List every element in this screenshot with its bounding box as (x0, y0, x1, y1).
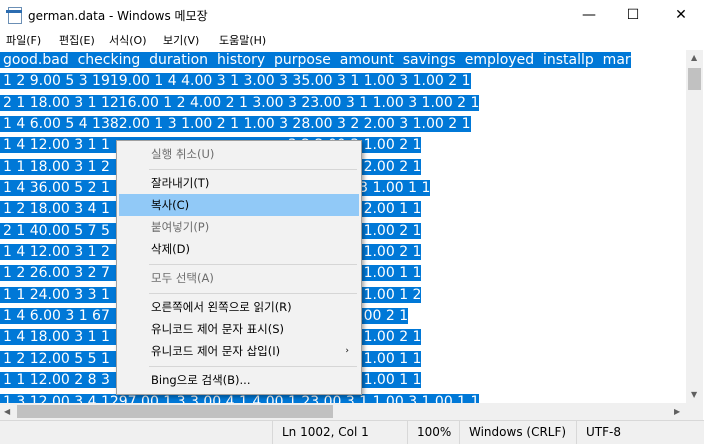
menu-insert-unicode[interactable]: 유니코드 제어 문자 삽입(I) › (119, 340, 359, 362)
horizontal-scrollbar[interactable]: ◀ ▶ (0, 403, 686, 420)
cursor-position: Ln 1002, Col 1 (272, 421, 407, 444)
menu-undo[interactable]: 실행 취소(U) (119, 143, 359, 165)
encoding: UTF-8 (576, 421, 686, 444)
text-line: good.bad checking duration history purpo… (0, 50, 686, 71)
selected-text: good.bad checking duration history purpo… (0, 52, 631, 68)
scroll-right-icon[interactable]: ▶ (674, 407, 680, 416)
scroll-up-icon[interactable]: ▲ (691, 53, 697, 62)
menu-format[interactable]: 서식(O) (109, 32, 146, 48)
zoom-level: 100% (407, 421, 459, 444)
notepad-icon (6, 7, 22, 24)
title-bar: german.data - Windows 메모장 — ☐ ✕ (0, 0, 704, 30)
vertical-scrollbar[interactable]: ▲ ▼ (686, 50, 703, 403)
menu-bing-search[interactable]: Bing으로 검색(B)... (119, 369, 359, 391)
maximize-button[interactable]: ☐ (610, 0, 656, 30)
scroll-left-icon[interactable]: ◀ (4, 407, 10, 416)
menu-separator (149, 264, 357, 265)
context-menu: 실행 취소(U) 잘라내기(T) 복사(C) 붙여넣기(P) 삭제(D) 모두 … (116, 140, 362, 395)
menu-paste[interactable]: 붙여넣기(P) (119, 216, 359, 238)
status-bar: Ln 1002, Col 1 100% Windows (CRLF) UTF-8 (0, 420, 704, 444)
menu-cut[interactable]: 잘라내기(T) (119, 172, 359, 194)
scroll-down-icon[interactable]: ▼ (691, 390, 697, 399)
menu-copy[interactable]: 복사(C) (119, 194, 359, 216)
selected-text: 1 4 6.00 5 4 1382.00 1 3 1.00 2 1 1.00 3… (0, 116, 471, 133)
minimize-button[interactable]: — (566, 0, 612, 30)
line-ending: Windows (CRLF) (459, 421, 576, 444)
menu-separator (149, 293, 357, 294)
horizontal-scroll-thumb[interactable] (17, 405, 333, 418)
selected-text: 1 2 9.00 5 3 1919.00 1 4 4.00 3 1 3.00 3… (0, 73, 471, 90)
menu-select-all[interactable]: 모두 선택(A) (119, 267, 359, 289)
menu-edit[interactable]: 편집(E) (59, 32, 95, 48)
submenu-arrow-icon: › (345, 346, 349, 356)
menu-separator (149, 366, 357, 367)
selected-text: 2 1 18.00 3 1 1216.00 1 2 4.00 2 1 3.00 … (0, 94, 480, 111)
menu-show-unicode[interactable]: 유니코드 제어 문자 표시(S) (119, 318, 359, 340)
menu-bar: 파일(F) 편집(E) 서식(O) 보기(V) 도움말(H) (0, 30, 704, 49)
menu-delete[interactable]: 삭제(D) (119, 238, 359, 260)
menu-insert-unicode-label: 유니코드 제어 문자 삽입(I) (151, 344, 281, 358)
text-line: 2 1 18.00 3 1 1216.00 1 2 4.00 2 1 3.00 … (0, 93, 686, 114)
menu-file[interactable]: 파일(F) (6, 32, 41, 48)
window-title: german.data - Windows 메모장 (28, 9, 208, 23)
scrollbar-corner (686, 403, 703, 420)
text-line: 1 2 9.00 5 3 1919.00 1 4 4.00 3 1 3.00 3… (0, 71, 686, 92)
close-button[interactable]: ✕ (658, 0, 704, 30)
vertical-scroll-thumb[interactable] (688, 68, 701, 90)
menu-help[interactable]: 도움말(H) (219, 32, 266, 48)
text-line: 1 4 6.00 5 4 1382.00 1 3 1.00 2 1 1.00 3… (0, 114, 686, 135)
menu-rtl-reading[interactable]: 오른쪽에서 왼쪽으로 읽기(R) (119, 296, 359, 318)
menu-view[interactable]: 보기(V) (163, 32, 199, 48)
menu-separator (149, 169, 357, 170)
